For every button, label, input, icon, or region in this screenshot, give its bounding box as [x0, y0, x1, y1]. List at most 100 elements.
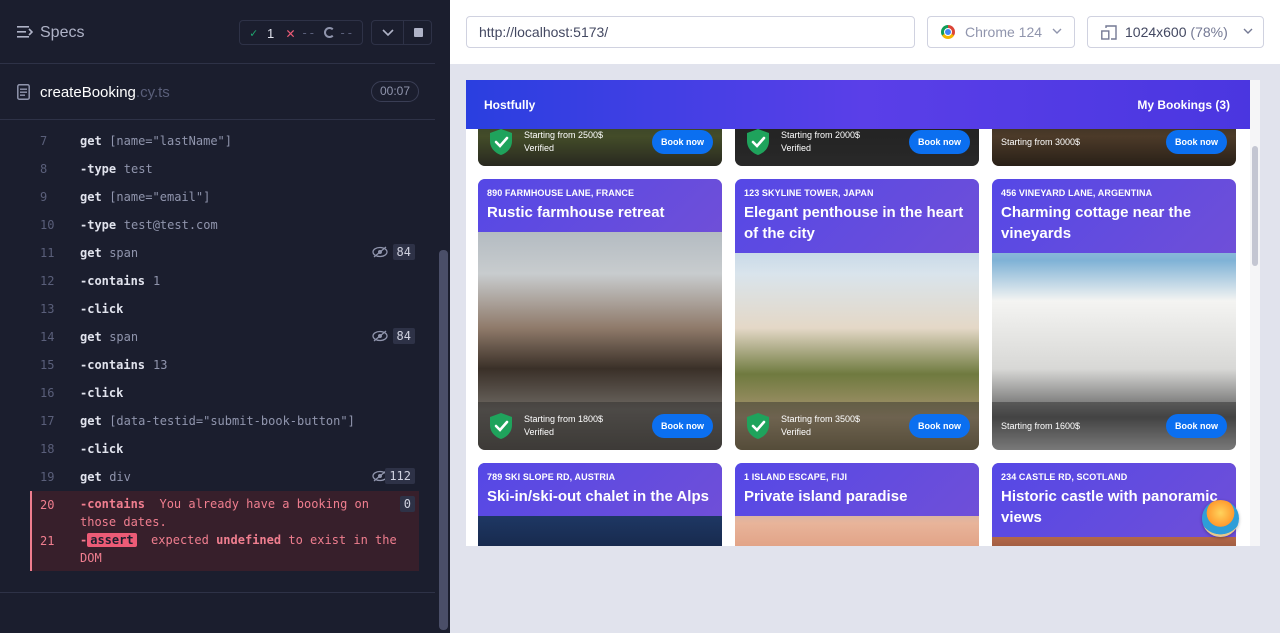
verified-label: Verified: [524, 143, 555, 153]
command-row-error[interactable]: 20 -contains You already have a booking o…: [30, 491, 419, 529]
command-message: 13: [153, 358, 168, 372]
property-title[interactable]: Charming cottage near the vineyards: [1001, 202, 1227, 244]
price-text: Starting from 3500$: [781, 414, 861, 424]
verified-shield-icon: [745, 412, 771, 445]
property-address: 123 Skyline Tower, Japan: [744, 188, 874, 198]
viewport-scale: (78%): [1190, 24, 1228, 40]
toggle-auto-scroll-button[interactable]: [371, 20, 404, 45]
command-row[interactable]: 14 get span 84: [30, 323, 419, 351]
price-text: Starting from 2000$: [781, 130, 861, 140]
command-number: 16: [40, 386, 55, 400]
verified-shield-icon: [745, 128, 771, 161]
failed-x-icon: ✕: [286, 24, 296, 42]
command-message: [name="email"]: [109, 190, 211, 204]
element-count: 0: [399, 496, 415, 512]
chrome-icon: [941, 25, 955, 39]
book-now-button[interactable]: Book now: [652, 414, 713, 438]
command-name: -contains: [80, 497, 146, 511]
command-row[interactable]: 13 -click: [30, 295, 419, 323]
command-name: get: [80, 190, 102, 204]
card-price: Starting from 3500$ Verified: [781, 413, 860, 439]
stop-button[interactable]: [403, 20, 432, 45]
book-now-button[interactable]: Book now: [909, 130, 970, 154]
command-row-error[interactable]: 21 - assert expected undefined to exist in…: [30, 527, 419, 571]
chevron-down-icon: [382, 29, 394, 37]
specs-menu-icon[interactable]: [17, 25, 33, 39]
viewport-selector[interactable]: 1024x600 (78%): [1087, 16, 1264, 48]
command-row[interactable]: 18 -click: [30, 435, 419, 463]
card-price: Starting from 3000$: [1001, 136, 1080, 149]
verified-label: Verified: [524, 427, 555, 437]
command-number: 19: [40, 470, 55, 484]
card-footer: Starting from 1600$ Book now: [992, 402, 1236, 450]
chevron-down-icon: [1243, 28, 1253, 34]
command-message: 1: [153, 274, 161, 288]
browser-selector[interactable]: Chrome 124: [927, 16, 1075, 48]
verified-shield-icon: [488, 412, 514, 445]
command-number: 11: [40, 246, 55, 260]
command-row[interactable]: 9 get [name="email"]: [30, 183, 419, 211]
book-now-button[interactable]: Book now: [1166, 130, 1227, 154]
card-footer: Starting from 3500$ Verified Book now: [735, 402, 979, 450]
command-name: get: [80, 246, 102, 260]
command-number: 14: [40, 330, 55, 344]
property-title[interactable]: Rustic farmhouse retreat: [487, 202, 713, 223]
property-title[interactable]: Private island paradise: [744, 486, 970, 507]
card-header: 234 Castle Rd, Scotland Historic castle w…: [992, 463, 1236, 537]
specs-title[interactable]: Specs: [40, 24, 84, 42]
command-name: -type: [80, 162, 117, 176]
property-title[interactable]: Elegant penthouse in the heart of the ci…: [744, 202, 970, 244]
price-text: Starting from 3000$: [1001, 137, 1081, 147]
book-now-button[interactable]: Book now: [909, 414, 970, 438]
command-number: 9: [40, 190, 48, 204]
element-count: 84: [392, 328, 415, 344]
command-row[interactable]: 16 -click: [30, 379, 419, 407]
spec-file-header: createBooking.cy.ts 00:07: [0, 65, 435, 120]
url-bar[interactable]: http://localhost:5173/: [466, 16, 915, 48]
verified-label: Verified: [781, 427, 812, 437]
command-name: -click: [80, 442, 124, 456]
command-row[interactable]: 11 get span 84: [30, 239, 419, 267]
my-bookings-link[interactable]: My Bookings (3): [1137, 98, 1230, 112]
command-message: [name="lastName"]: [109, 134, 233, 148]
pending-spinner-icon: [324, 27, 335, 38]
failed-count: --: [301, 26, 316, 40]
property-card: 234 Castle Rd, Scotland Historic castle w…: [992, 463, 1236, 546]
command-name: get: [80, 134, 102, 148]
book-now-button[interactable]: Book now: [1166, 414, 1227, 438]
command-name: -contains: [80, 274, 146, 288]
command-row[interactable]: 8 -type test: [30, 155, 419, 183]
command-row[interactable]: 7 get [name="lastName"]: [30, 127, 419, 155]
app-logo[interactable]: Hostfully: [484, 98, 535, 112]
command-row[interactable]: 19 get div 112: [30, 463, 419, 491]
property-title[interactable]: Ski-in/ski-out chalet in the Alps: [487, 486, 713, 507]
verified-label: Verified: [781, 143, 812, 153]
property-card: 890 Farmhouse Lane, France Rustic farmhou…: [478, 179, 722, 450]
command-message: [data-testid="submit-book-button"]: [109, 414, 355, 428]
spec-file-extension: .cy.ts: [135, 84, 170, 101]
divider: [0, 592, 435, 593]
app-scrollbar[interactable]: [1250, 80, 1260, 546]
book-now-button[interactable]: Book now: [652, 130, 713, 154]
assert-badge: assert: [87, 533, 137, 547]
card-price: Starting from 1800$ Verified: [524, 413, 603, 439]
property-title[interactable]: Historic castle with panoramic views: [1001, 486, 1227, 528]
command-number: 17: [40, 414, 55, 428]
reporter-scrollbar-thumb[interactable]: [439, 250, 448, 630]
app-navbar: Hostfully My Bookings (3): [466, 80, 1260, 129]
command-row[interactable]: 10 -type test@test.com: [30, 211, 419, 239]
command-row[interactable]: 17 get [data-testid="submit-book-button"]: [30, 407, 419, 435]
spec-file-name[interactable]: createBooking.cy.ts: [40, 84, 170, 101]
command-row[interactable]: 15 -contains 13: [30, 351, 419, 379]
property-address: 234 Castle Rd, Scotland: [1001, 472, 1128, 482]
passed-count: 1: [267, 26, 275, 41]
command-row[interactable]: 12 -contains 1: [30, 267, 419, 295]
app-scrollbar-thumb[interactable]: [1252, 146, 1258, 266]
floating-island-icon[interactable]: [1202, 500, 1239, 537]
property-address: 1 Island Escape, Fiji: [744, 472, 848, 482]
command-number: 15: [40, 358, 55, 372]
aut-panel: http://localhost:5173/ Chrome 124 1024x6…: [450, 0, 1280, 633]
property-address: 890 Farmhouse Lane, France: [487, 188, 635, 198]
command-message: test: [123, 162, 153, 176]
viewport-label: 1024x600 (78%): [1125, 17, 1228, 47]
